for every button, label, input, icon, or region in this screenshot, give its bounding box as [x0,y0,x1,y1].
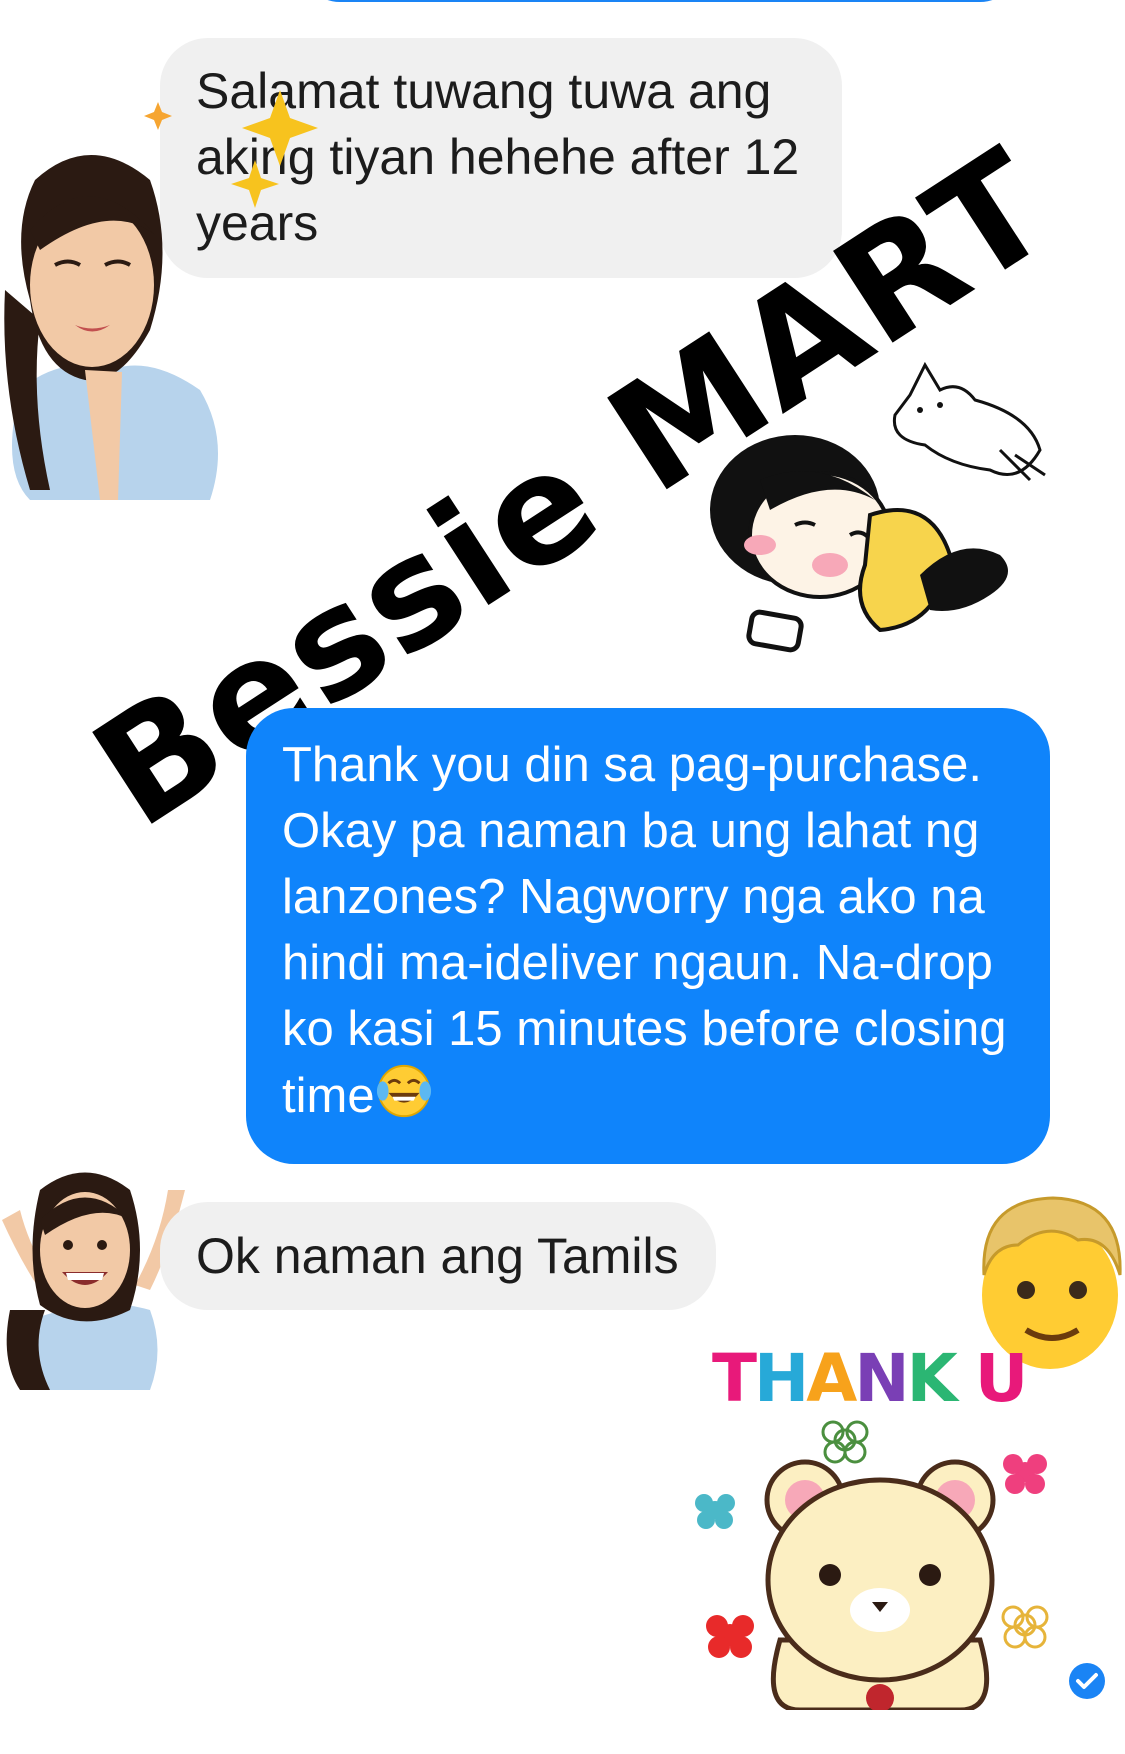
praying-avatar-sticker [4,155,218,500]
thank-you-sticker-text: THANK U [712,1340,1029,1417]
sticker-letter-n: N [854,1340,909,1417]
sticker-letter-u: U [974,1340,1029,1417]
incoming-message-bubble[interactable]: Ok naman ang Tamils [160,1202,716,1310]
bear-sticker [695,1420,1049,1710]
outgoing-message-bubble[interactable]: Thank you din sa pag-purchase. Okay pa n… [246,708,1050,1164]
sticker-letter-t: T [712,1340,757,1417]
sticker-letter-k: K [906,1340,958,1417]
message-text: Ok naman ang Tamils [196,1228,679,1284]
seen-check-icon [1069,1663,1105,1699]
tears-of-joy-emoji [376,1064,431,1118]
previous-message-bubble-edge[interactable] [300,0,1020,2]
sticker-letter-space [955,1340,975,1417]
sticker-letter-h: H [754,1340,809,1417]
sticker-letter-a: A [806,1340,857,1417]
cat-sticker [892,361,1046,482]
